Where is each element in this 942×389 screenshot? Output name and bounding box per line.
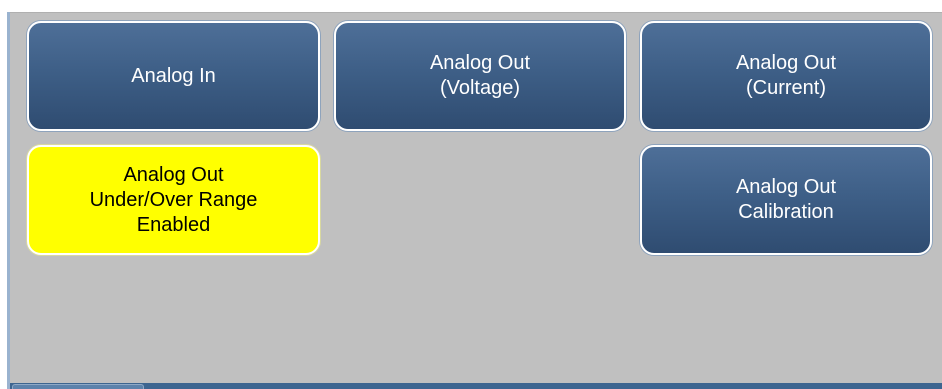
bottom-status-bar [10, 383, 942, 389]
empty-button-slot [334, 145, 626, 255]
analog-in-button[interactable]: Analog In [27, 21, 320, 131]
bottom-tab[interactable] [12, 384, 144, 389]
analog-out-calibration-label: Analog Out Calibration [735, 176, 837, 223]
left-edge [0, 12, 10, 389]
analog-out-voltage-button[interactable]: Analog Out (Voltage) [334, 21, 626, 131]
analog-out-voltage-label: Analog Out (Voltage) [429, 52, 531, 99]
under-over-range-toggle-button[interactable]: Analog Out Under/Over Range Enabled [27, 145, 320, 255]
top-strip [0, 0, 942, 12]
analog-out-current-label: Analog Out (Current) [735, 52, 837, 99]
analog-out-current-button[interactable]: Analog Out (Current) [640, 21, 932, 131]
under-over-range-label: Analog Out Under/Over Range Enabled [89, 163, 258, 236]
analog-in-label: Analog In [131, 64, 216, 87]
analog-out-calibration-button[interactable]: Analog Out Calibration [640, 145, 932, 255]
